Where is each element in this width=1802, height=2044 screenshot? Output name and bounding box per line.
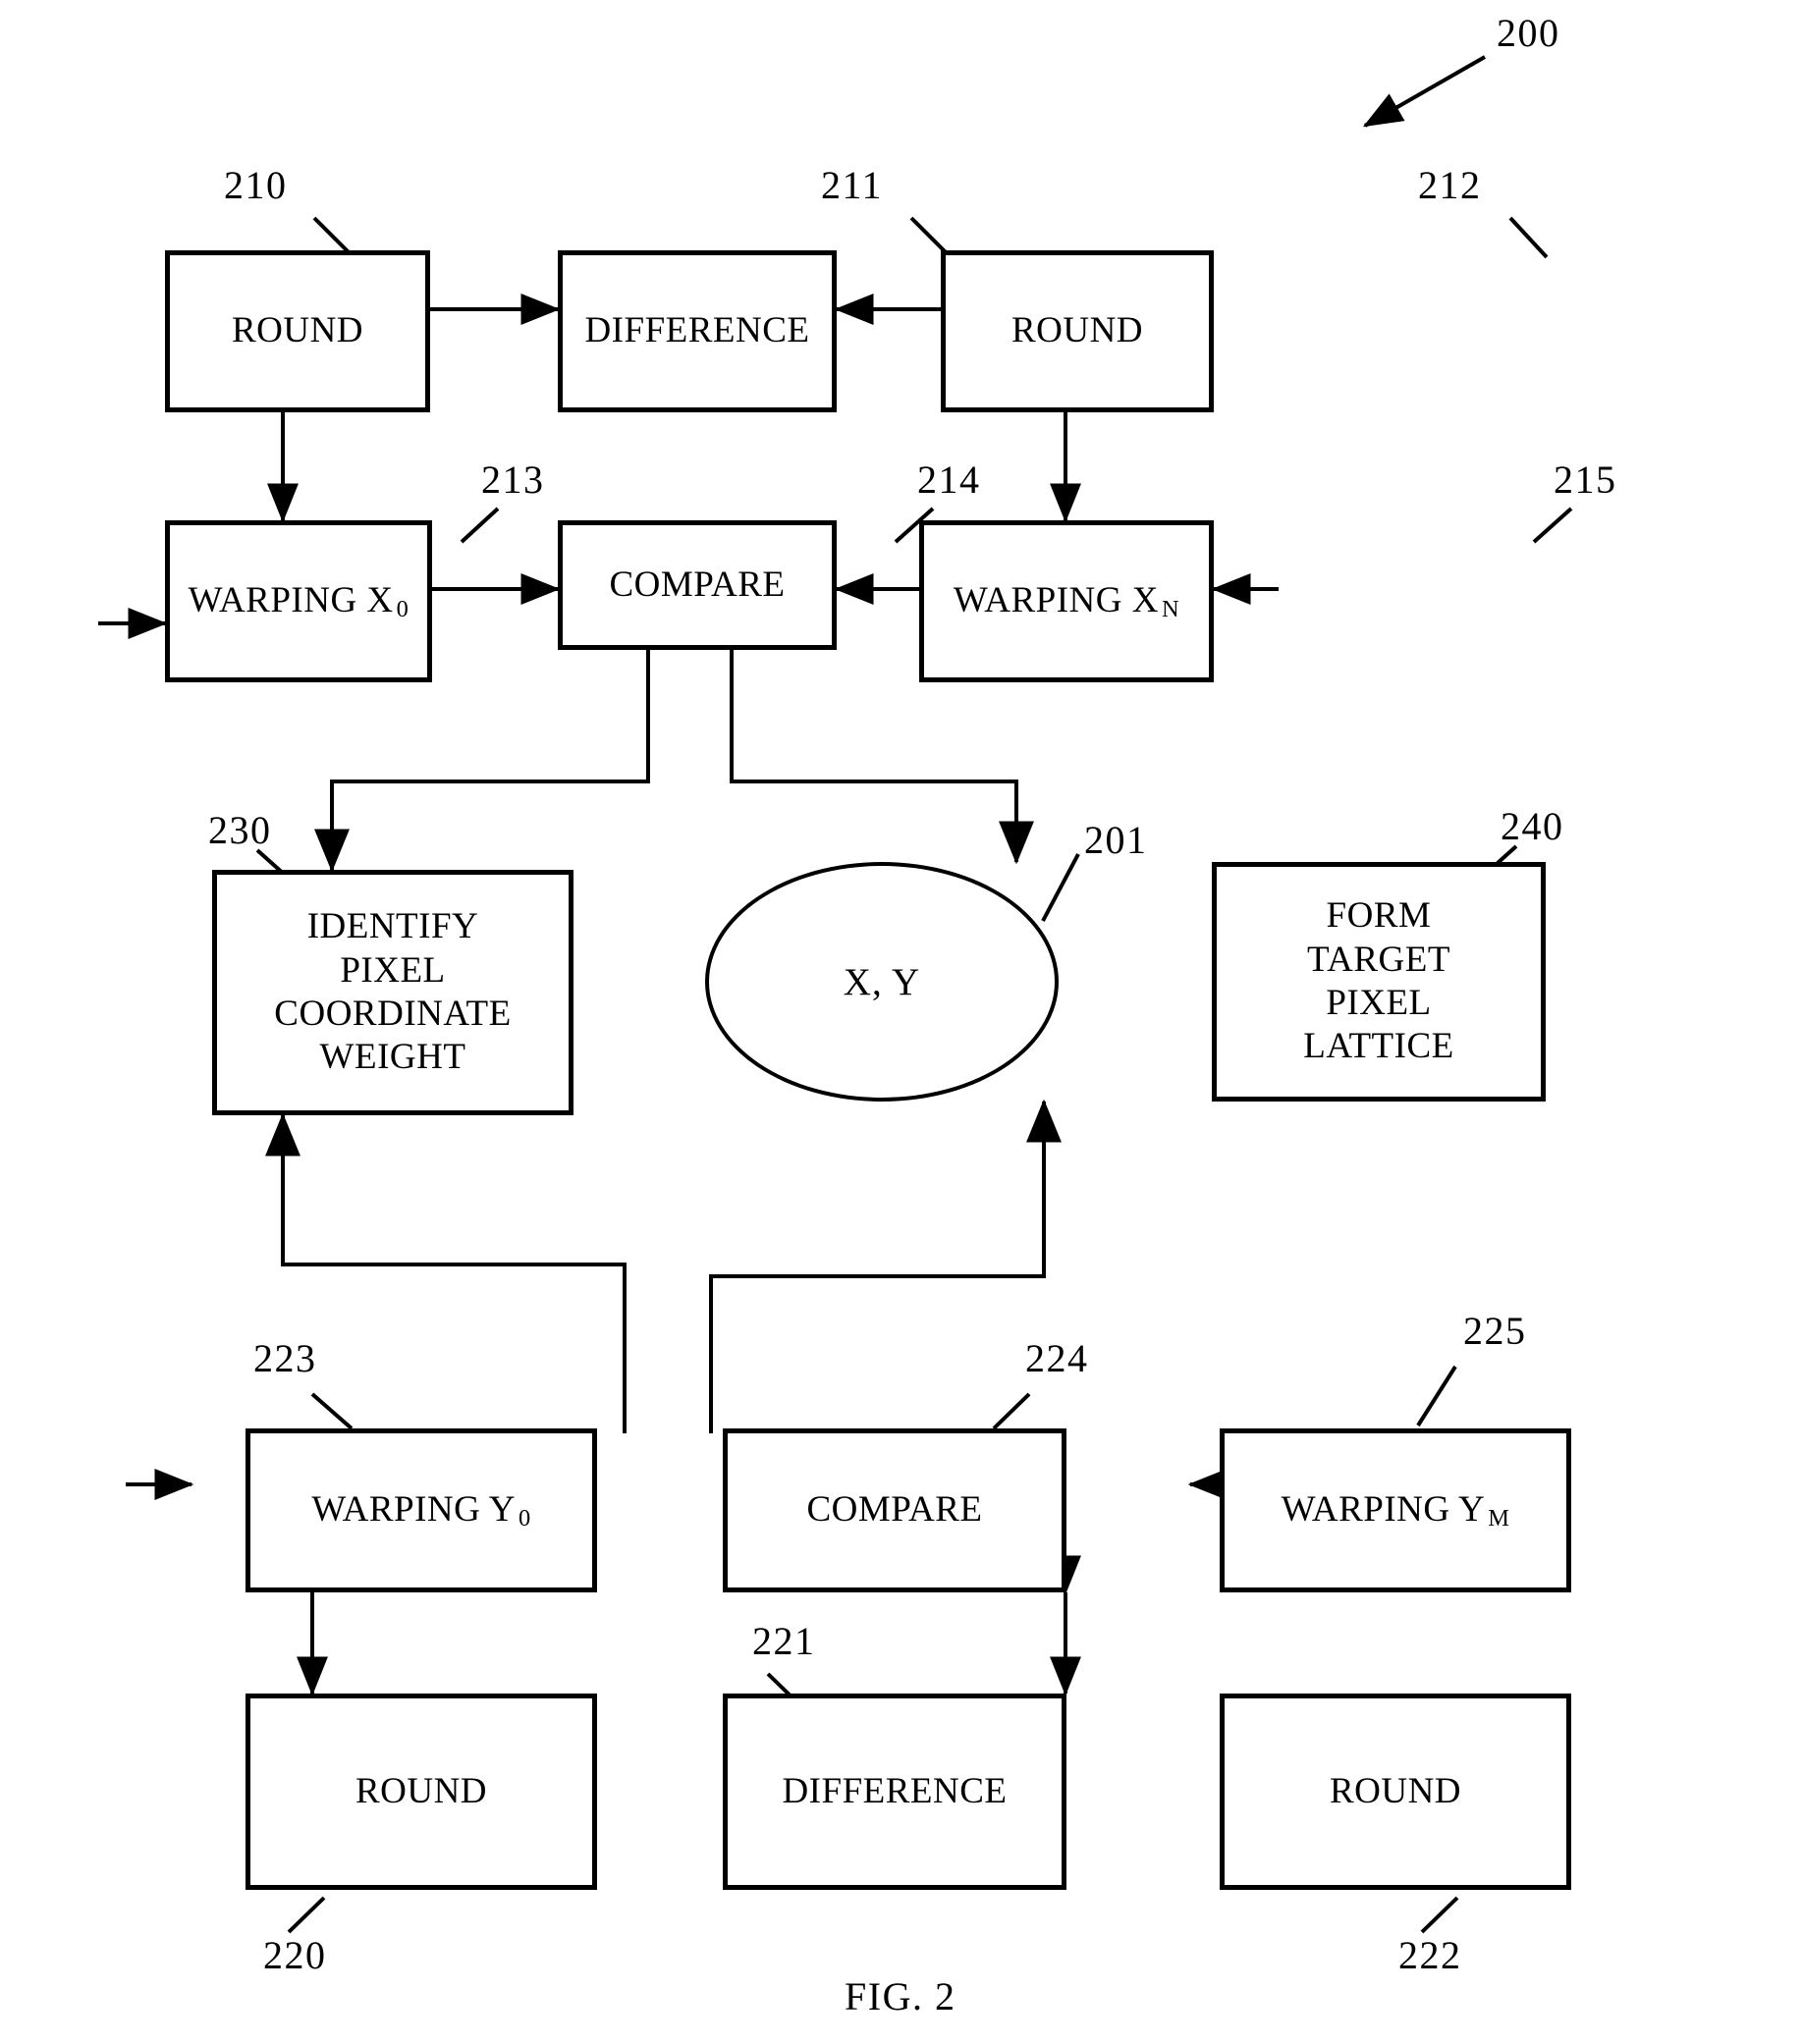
- leader-215: [1532, 507, 1573, 544]
- reference-211: 211: [821, 163, 884, 207]
- leader-223: [310, 1392, 354, 1430]
- leader-224: [992, 1392, 1031, 1430]
- box-compare-214: COMPARE: [558, 520, 837, 650]
- arrow-compare224-to-identify230: [265, 1112, 627, 1433]
- box-round-222: ROUND: [1220, 1694, 1571, 1890]
- reference-201: 201: [1084, 818, 1148, 862]
- box-warping-y0-223: WARPING Y0: [246, 1428, 597, 1592]
- leader-220: [287, 1896, 326, 1934]
- arrow-compare224-to-form240: [709, 1099, 1062, 1433]
- reference-222: 222: [1398, 1933, 1462, 1977]
- reference-224: 224: [1025, 1336, 1089, 1380]
- reference-213: 213: [481, 457, 545, 502]
- reference-220: 220: [263, 1933, 327, 1977]
- leader-213: [460, 507, 500, 544]
- figure-caption: FIG. 2: [845, 1974, 956, 2018]
- box-difference-211: DIFFERENCE: [558, 250, 837, 412]
- patent-figure: 200 ROUND 210 DIFFERENCE 211 ROUND 212 W…: [0, 0, 1802, 2044]
- leader-201: [1041, 853, 1080, 922]
- ellipse-xy-201-label: X, Y: [843, 960, 921, 1003]
- leader-212: [1508, 216, 1549, 259]
- reference-230: 230: [208, 808, 272, 852]
- box-identify-230-label: IDENTIFY PIXEL COORDINATE WEIGHT: [274, 906, 512, 1078]
- reference-223: 223: [253, 1336, 317, 1380]
- box-round-212: ROUND: [941, 250, 1214, 412]
- box-warping-ym-225-label: WARPING YM: [1281, 1489, 1510, 1532]
- box-warping-y0-223-label: WARPING Y0: [311, 1489, 531, 1532]
- reference-212: 212: [1418, 163, 1482, 207]
- box-round-222-label: ROUND: [1329, 1770, 1462, 1811]
- reference-200: 200: [1497, 11, 1560, 55]
- box-warping-ym-225: WARPING YM: [1220, 1428, 1571, 1592]
- box-compare-214-label: COMPARE: [609, 564, 786, 605]
- box-difference-221-label: DIFFERENCE: [782, 1770, 1008, 1811]
- box-warping-x0-213: WARPING X0: [165, 520, 432, 682]
- box-round-212-label: ROUND: [1010, 310, 1144, 351]
- box-round-210: ROUND: [165, 250, 430, 412]
- reference-225: 225: [1463, 1309, 1527, 1353]
- box-round-220: ROUND: [246, 1694, 597, 1890]
- reference-240: 240: [1501, 804, 1564, 848]
- ellipse-xy-201: X, Y: [705, 862, 1059, 1102]
- leader-200: [1362, 55, 1486, 128]
- leader-225: [1416, 1365, 1457, 1427]
- box-round-220-label: ROUND: [355, 1770, 488, 1811]
- box-compare-224: COMPARE: [723, 1428, 1066, 1592]
- box-warping-xn-215: WARPING XN: [919, 520, 1214, 682]
- box-form-240-label: FORM TARGET PIXEL LATTICE: [1303, 895, 1454, 1067]
- arrow-compare214-to-identify230: [314, 650, 650, 873]
- box-warping-x0-213-label: WARPING X0: [188, 580, 410, 622]
- leader-222: [1420, 1896, 1459, 1934]
- reference-215: 215: [1554, 457, 1617, 502]
- box-form-target-pixel-lattice-240: FORM TARGET PIXEL LATTICE: [1212, 862, 1546, 1102]
- box-round-210-label: ROUND: [231, 310, 364, 351]
- box-compare-224-label: COMPARE: [806, 1489, 983, 1531]
- box-warping-xn-215-label: WARPING XN: [953, 580, 1180, 622]
- reference-221: 221: [752, 1619, 816, 1663]
- box-identify-pixel-coordinate-weight-230: IDENTIFY PIXEL COORDINATE WEIGHT: [212, 870, 573, 1115]
- box-difference-211-label: DIFFERENCE: [584, 310, 810, 351]
- reference-210: 210: [224, 163, 288, 207]
- box-difference-221: DIFFERENCE: [723, 1694, 1066, 1890]
- reference-214: 214: [917, 457, 981, 502]
